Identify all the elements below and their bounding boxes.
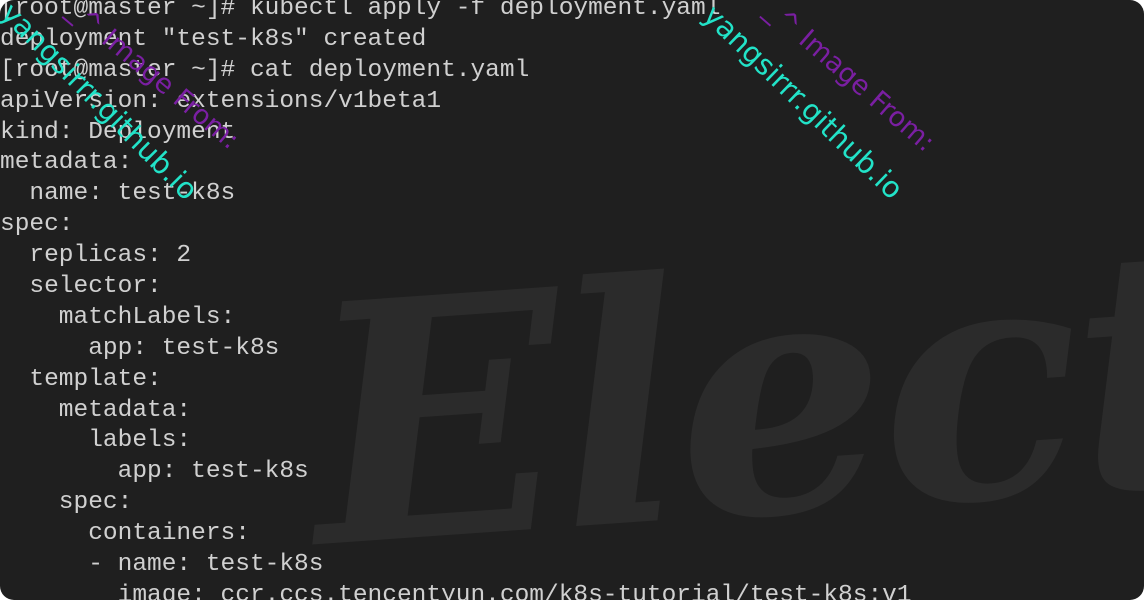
terminal-line: name: test-k8s xyxy=(0,180,236,208)
terminal-line: matchLabels: xyxy=(0,303,236,331)
terminal-line: - name: test-k8s xyxy=(0,551,324,579)
terminal-line: app: test-k8s xyxy=(0,458,309,486)
terminal-line: spec: xyxy=(0,489,133,517)
terminal-line: metadata: xyxy=(0,396,192,424)
terminal-line: spec: xyxy=(0,211,74,239)
terminal-line: labels: xyxy=(0,427,192,455)
terminal-line: replicas: 2 xyxy=(0,242,192,270)
terminal-line: app: test-k8s xyxy=(0,334,280,362)
terminal-line: template: xyxy=(0,365,162,393)
terminal-line: containers: xyxy=(0,520,250,548)
screenshot-frame: Electron [root@master ~]# kubectl apply … xyxy=(0,0,1144,600)
terminal-line: image: ccr.ccs.tencentyun.com/k8s-tutori… xyxy=(0,581,912,600)
terminal-line: selector: xyxy=(0,273,162,301)
